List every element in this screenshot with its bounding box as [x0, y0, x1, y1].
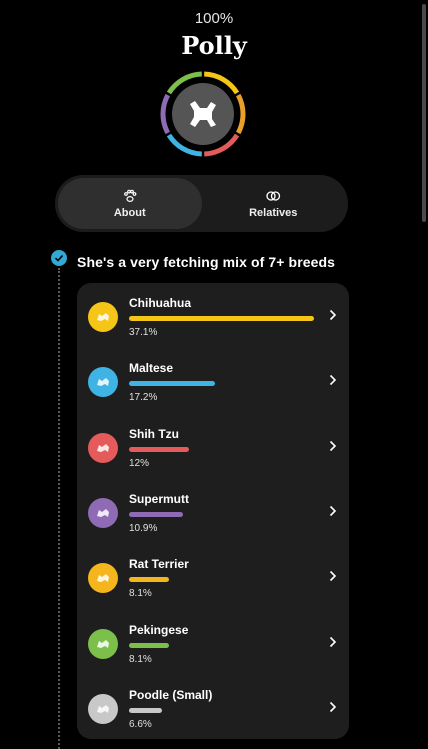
breed-percent-bar	[129, 381, 215, 387]
chevron-right-icon	[329, 374, 337, 386]
breed-row[interactable]: Rat Terrier 8.1%	[77, 546, 349, 608]
section-title: She's a very fetching mix of 7+ breeds	[77, 254, 336, 270]
tab-about-label: About	[113, 206, 146, 219]
breed-percent-bar	[129, 511, 184, 517]
paw-icon	[123, 189, 137, 202]
breed-percent: 10.9%	[129, 522, 158, 534]
rat-terrier-icon	[88, 563, 118, 594]
breed-percent: 12%	[129, 457, 150, 469]
breed-name: Poodle (Small)	[129, 687, 213, 702]
breed-percent: 37.1%	[129, 327, 158, 338]
breed-percent-bar	[129, 707, 162, 713]
breed-row[interactable]: Chihuahua 37.1%	[77, 285, 349, 347]
breed-name: Supermutt	[129, 491, 189, 506]
chevron-right-icon	[329, 701, 337, 713]
breed-percent-bar	[129, 446, 189, 452]
breed-row[interactable]: Maltese 17.2%	[77, 350, 349, 412]
breed-row[interactable]: Pekingese 8.1%	[77, 612, 349, 674]
supermutt-icon	[88, 497, 118, 528]
breed-results-screen: 100% Polly About Relatives She's a very …	[0, 0, 428, 749]
profile-tabs: About Relatives	[55, 175, 348, 232]
breed-percent: 6.6%	[129, 718, 152, 730]
breed-list-card: Chihuahua 37.1% Maltese 17.2% Shih Tzu 12% Sup…	[77, 283, 349, 739]
chevron-right-icon	[329, 440, 337, 452]
breed-percent: 17.2%	[129, 392, 158, 404]
breed-row[interactable]: Shih Tzu 12%	[77, 416, 349, 478]
breed-percent: 8.1%	[129, 653, 152, 665]
rings-icon	[266, 190, 281, 201]
dog-name: Polly	[181, 31, 247, 60]
avatar[interactable]	[159, 70, 247, 158]
chevron-right-icon	[329, 309, 337, 321]
chevron-right-icon	[329, 505, 337, 517]
chihuahua-icon	[88, 302, 118, 332]
breed-percent: 8.1%	[129, 588, 152, 600]
breed-name: Rat Terrier	[129, 557, 189, 572]
breed-name: Chihuahua	[129, 296, 191, 310]
breed-percent-bar	[129, 316, 314, 321]
breed-name: Shih Tzu	[129, 426, 179, 441]
tab-relatives-label: Relatives	[249, 206, 298, 219]
shih-tzu-icon	[88, 432, 118, 463]
breed-row[interactable]: Poodle (Small) 6.6%	[77, 677, 349, 739]
check-icon	[51, 250, 67, 266]
ancestry-percent: 100%	[194, 10, 234, 27]
ring-segment	[235, 93, 246, 135]
timeline-line	[58, 268, 60, 749]
breed-ring	[160, 71, 246, 157]
breed-row[interactable]: Supermutt 10.9%	[77, 481, 349, 543]
tab-relatives[interactable]: Relatives	[202, 178, 346, 229]
chevron-right-icon	[329, 636, 337, 648]
breed-percent-bar	[129, 577, 170, 583]
pekingese-icon	[88, 628, 118, 659]
ring-segment	[160, 93, 171, 135]
chevron-right-icon	[329, 570, 337, 582]
breed-name: Maltese	[129, 361, 174, 376]
poodle-icon	[88, 693, 118, 724]
maltese-icon	[88, 367, 118, 398]
tab-about[interactable]: About	[58, 178, 202, 229]
breed-name: Pekingese	[129, 622, 189, 637]
breed-percent-bar	[129, 642, 170, 648]
